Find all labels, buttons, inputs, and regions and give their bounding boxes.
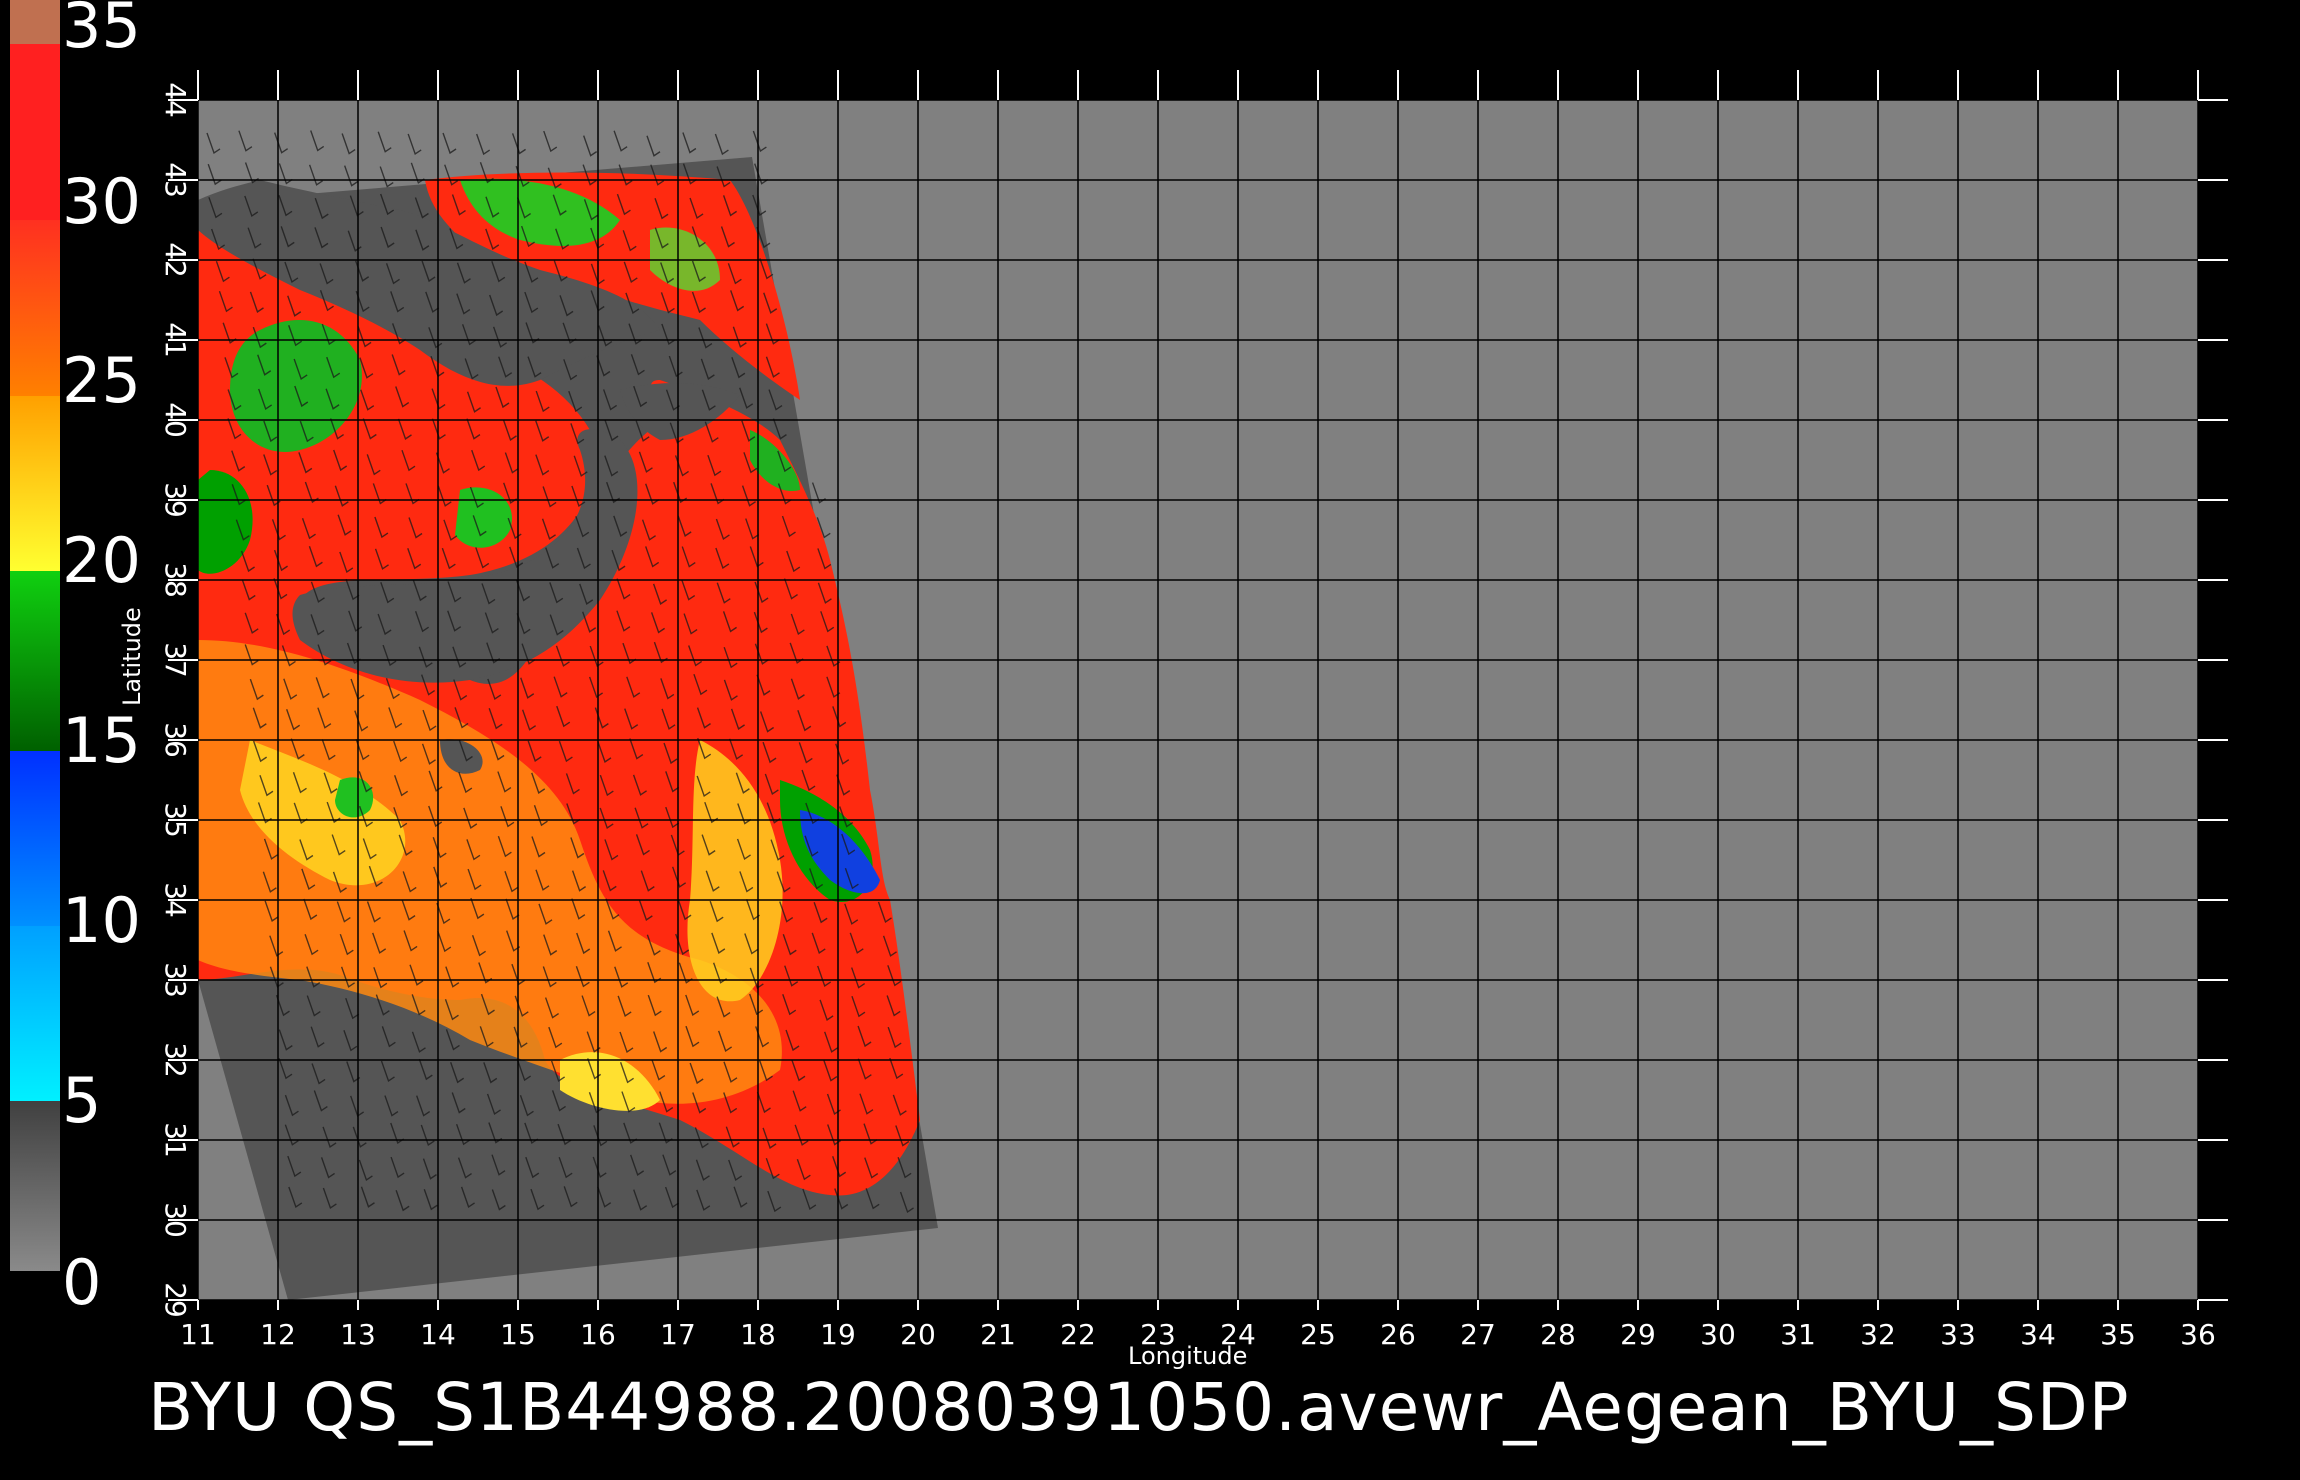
y-tick-label-38: 38 [159, 562, 192, 598]
colorbar-label-0: 0 [62, 1246, 102, 1319]
y-tick-label-44: 44 [159, 82, 192, 118]
x-tick-label-26: 26 [1380, 1318, 1416, 1351]
colorbar-label-25: 25 [62, 344, 141, 417]
y-tick-label-35: 35 [159, 802, 192, 838]
y-tick-label-34: 34 [159, 882, 192, 918]
y-tick-label-36: 36 [159, 722, 192, 758]
x-tick-label-20: 20 [900, 1318, 936, 1351]
y-tick-label-40: 40 [159, 402, 192, 438]
x-tick-label-31: 31 [1780, 1318, 1816, 1351]
x-tick-label-16: 16 [580, 1318, 616, 1351]
x-tick-label-36: 36 [2180, 1318, 2216, 1351]
x-tick-label-14: 14 [420, 1318, 456, 1351]
x-tick-label-32: 32 [1860, 1318, 1896, 1351]
x-tick-label-34: 34 [2020, 1318, 2056, 1351]
colorbar-label-20: 20 [62, 524, 141, 597]
x-tick-label-35: 35 [2100, 1318, 2136, 1351]
colorbar-label-15: 15 [62, 704, 141, 777]
colorbar-label-10: 10 [62, 884, 141, 957]
colorbar-label-30: 30 [62, 165, 141, 238]
y-tick-label-32: 32 [159, 1042, 192, 1078]
y-axis-title: Latitude [118, 607, 146, 706]
y-tick-label-29: 29 [159, 1282, 192, 1318]
y-tick-label-43: 43 [159, 162, 192, 198]
x-axis-title: Longitude [1128, 1342, 1248, 1370]
colorbar-label-35: 35 [62, 0, 141, 62]
x-tick-label-19: 19 [820, 1318, 856, 1351]
x-tick-label-30: 30 [1700, 1318, 1736, 1351]
y-tick-label-41: 41 [159, 322, 192, 358]
colorbar-label-5: 5 [62, 1064, 102, 1137]
colorbar [10, 0, 60, 1271]
x-tick-label-21: 21 [980, 1318, 1016, 1351]
x-tick-label-28: 28 [1540, 1318, 1576, 1351]
x-tick-label-11: 11 [180, 1318, 216, 1351]
x-tick-label-27: 27 [1460, 1318, 1496, 1351]
y-tick-label-31: 31 [159, 1122, 192, 1158]
y-tick-label-30: 30 [159, 1202, 192, 1238]
x-tick-label-13: 13 [340, 1318, 376, 1351]
x-tick-label-22: 22 [1060, 1318, 1096, 1351]
x-tick-label-17: 17 [660, 1318, 696, 1351]
image-title: BYU QS_S1B44988.20080391050.avewr_Aegean… [148, 1369, 2130, 1446]
x-tick-label-33: 33 [1940, 1318, 1976, 1351]
x-tick-label-18: 18 [740, 1318, 776, 1351]
x-tick-label-25: 25 [1300, 1318, 1336, 1351]
y-tick-label-33: 33 [159, 962, 192, 998]
y-tick-label-37: 37 [159, 642, 192, 678]
x-tick-label-12: 12 [260, 1318, 296, 1351]
x-tick-label-15: 15 [500, 1318, 536, 1351]
x-tick-label-29: 29 [1620, 1318, 1656, 1351]
y-tick-label-39: 39 [159, 482, 192, 518]
wind-map: 11 12 13 14 15 16 17 18 19 20 21 22 23 24 25 26 27 28 29 30… [10, 0, 2228, 1351]
y-tick-label-42: 42 [159, 242, 192, 278]
